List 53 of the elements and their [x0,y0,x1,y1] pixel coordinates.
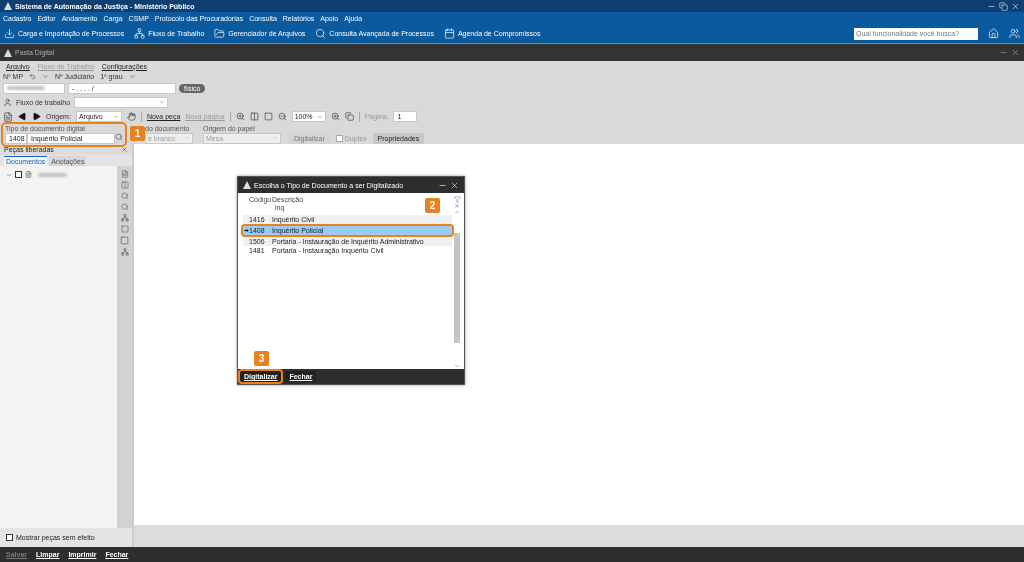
document-icon [25,171,32,178]
folder-icon[interactable] [214,28,226,39]
document-icon[interactable] [3,111,13,122]
chevron-icon [184,135,190,141]
chevron-icon [159,99,166,105]
undo-icon[interactable] [29,72,37,80]
home-icon[interactable] [988,28,999,39]
chevron-icon[interactable] [42,72,50,80]
close-icon[interactable] [1011,48,1020,57]
callout-badge: 1 [130,125,145,141]
columns-icon[interactable] [249,112,259,121]
document-icon[interactable] [120,170,129,178]
user-icon [3,97,12,107]
calendar-icon[interactable] [443,28,455,39]
zoom-icon[interactable] [235,112,245,121]
scroll-up-icon[interactable] [454,209,460,215]
zoom-out-icon[interactable] [277,112,287,121]
input-field[interactable] [3,82,65,94]
zoom-in-icon[interactable] [330,112,340,121]
search-icon[interactable] [120,203,129,211]
chevron-icon [112,113,119,120]
search-icon[interactable] [120,192,129,200]
next-icon[interactable] [32,112,41,121]
search-icon[interactable] [315,28,327,39]
callout-badge: 2 [425,198,440,213]
hierarchy-icon[interactable] [134,28,146,39]
hierarchy-icon[interactable] [120,214,129,222]
previous-icon[interactable] [18,112,27,121]
restore-icon[interactable] [999,1,1008,11]
close-icon[interactable] [1011,1,1020,11]
app-logo-icon [4,2,12,10]
page-icon[interactable] [263,112,273,121]
checkbox[interactable] [15,171,22,178]
hierarchy-icon[interactable] [120,248,129,256]
checkbox[interactable] [6,534,13,541]
copy-icon[interactable] [344,112,354,121]
search-icon[interactable] [115,132,123,141]
callout-badge: 3 [254,351,269,366]
hand-icon[interactable] [126,112,136,121]
frame-icon[interactable] [120,236,129,245]
window-logo-icon [243,181,251,189]
download-icon[interactable] [4,28,15,39]
clear-icon[interactable] [454,203,460,209]
chevron-icon [316,113,323,120]
tree-line-icon [6,171,12,178]
arrow-icon [244,227,249,234]
chevron-icon[interactable] [128,72,136,80]
window-logo-icon [4,48,12,57]
checkbox[interactable] [335,134,343,142]
close-icon[interactable] [450,180,459,190]
users-icon[interactable] [1009,28,1020,39]
close-icon[interactable] [121,146,128,153]
chevron-icon [272,135,278,141]
